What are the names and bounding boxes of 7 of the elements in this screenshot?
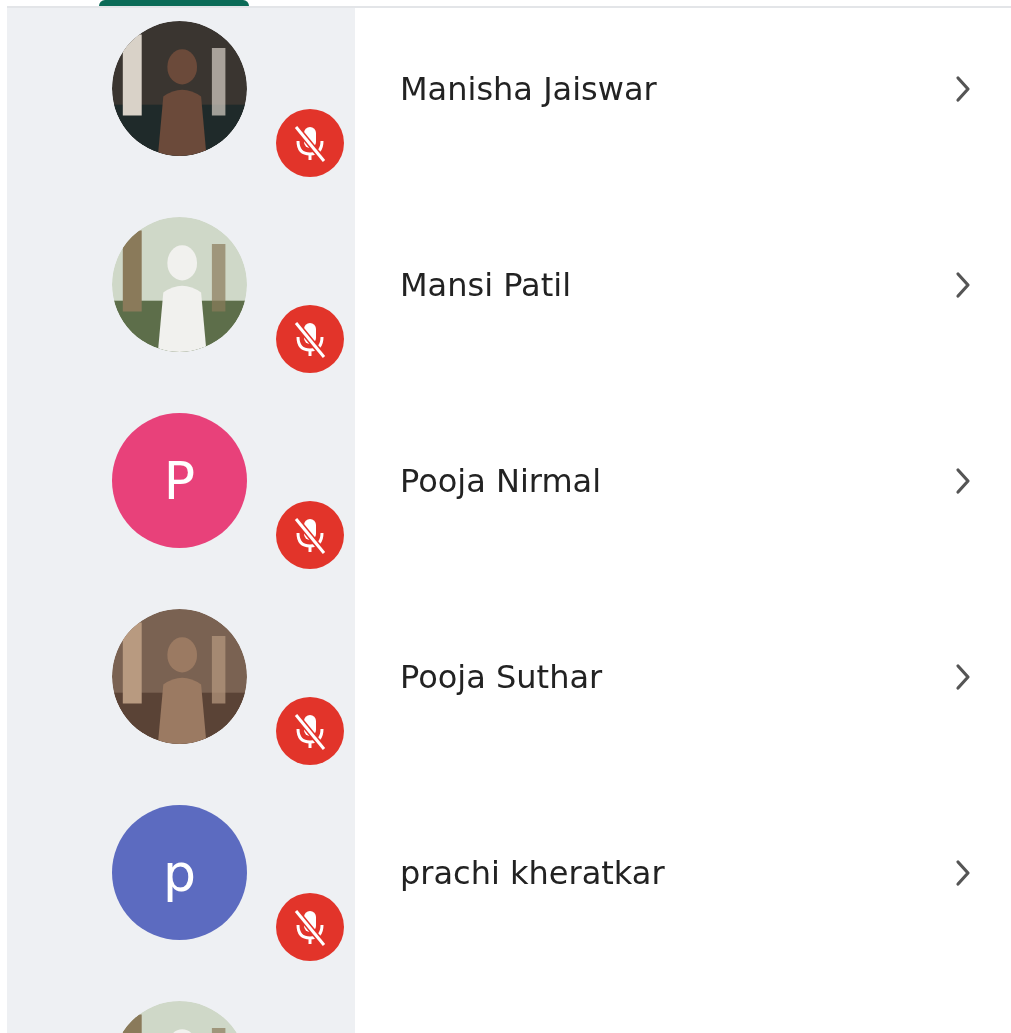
avatar: p [112,805,247,940]
participant-name[interactable]: Manisha Jaiswar [400,69,953,108]
participant-name[interactable]: Mansi Patil [400,265,953,304]
participant-name[interactable]: Pooja Suthar [400,657,953,696]
avatar: P [112,413,247,548]
participant-name[interactable]: Pooja Nirmal [400,461,953,500]
participant-name[interactable]: prachi kheratkar [400,853,953,892]
